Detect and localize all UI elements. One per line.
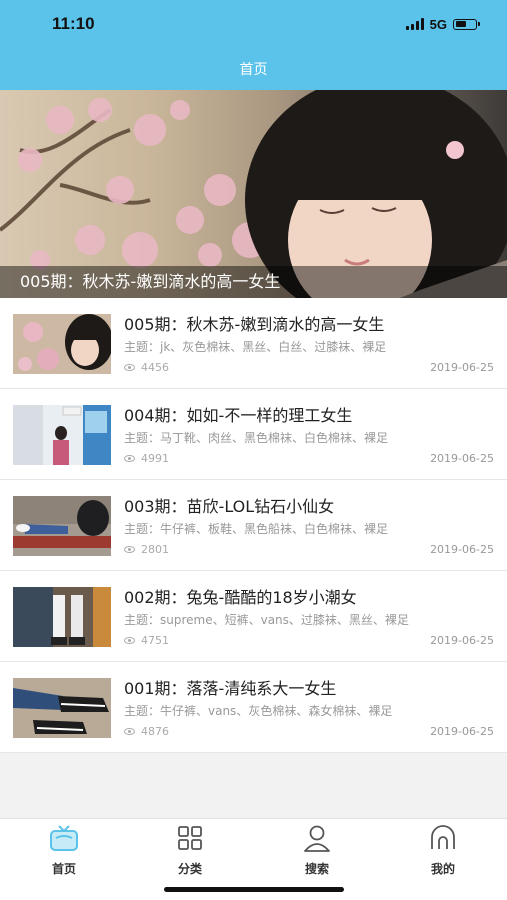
tab-category[interactable]: 分类: [150, 823, 230, 877]
view-count: 4751: [124, 634, 169, 647]
episode-title: 002期：兔兔-酷酷的18岁小潮女: [124, 588, 357, 607]
episode-thumbnail: [13, 496, 111, 556]
episode-date: 2019-06-25: [430, 361, 494, 374]
tv-icon: [50, 825, 78, 851]
list-item[interactable]: 004期：如如-不一样的理工女生 主题：马丁靴、肉丝、黑色棉袜、白色棉袜、裸足 …: [0, 389, 507, 480]
page-title: 首页: [239, 62, 268, 78]
episode-tags: 主题：马丁靴、肉丝、黑色棉袜、白色棉袜、裸足: [124, 431, 389, 445]
user-search-icon: [304, 825, 330, 852]
episode-date: 2019-06-25: [430, 452, 494, 465]
episode-tags: 主题：jk、灰色棉袜、黑丝、白丝、过膝袜、裸足: [124, 340, 387, 354]
list-item[interactable]: 005期：秋木苏-嫩到滴水的高一女生 主题：jk、灰色棉袜、黑丝、白丝、过膝袜、…: [0, 298, 507, 389]
eye-icon: [124, 637, 135, 644]
episode-thumbnail: [13, 314, 111, 374]
tab-label: 我的: [430, 862, 455, 876]
eye-icon: [124, 546, 135, 553]
tab-search[interactable]: 搜索: [277, 823, 357, 877]
eye-icon: [124, 728, 135, 735]
episode-list: 005期：秋木苏-嫩到滴水的高一女生 主题：jk、灰色棉袜、黑丝、白丝、过膝袜、…: [0, 298, 507, 753]
episode-date: 2019-06-25: [430, 543, 494, 556]
view-count: 4456: [124, 361, 169, 374]
tab-label: 搜索: [304, 862, 329, 876]
episode-thumbnail: [13, 405, 111, 465]
battery-icon: [453, 18, 480, 30]
episode-title: 005期：秋木苏-嫩到滴水的高一女生: [124, 315, 385, 334]
episode-tags: 主题：牛仔裤、vans、灰色棉袜、森女棉袜、裸足: [124, 704, 393, 718]
eye-icon: [124, 364, 135, 371]
list-item[interactable]: 003期：苗欣-LOL钻石小仙女 主题：牛仔裤、板鞋、黑色船袜、白色棉袜、裸足 …: [0, 480, 507, 571]
tab-mine[interactable]: 我的: [403, 823, 483, 877]
header: 11:10 5G 首页: [0, 0, 507, 90]
banner-caption: 005期：秋木苏-嫩到滴水的高一女生: [0, 266, 507, 298]
home-indicator: [164, 887, 344, 892]
episode-date: 2019-06-25: [430, 634, 494, 647]
status-time: 11:10: [52, 14, 95, 33]
list-item[interactable]: 001期：落落-清纯系大一女生 主题：牛仔裤、vans、灰色棉袜、森女棉袜、裸足…: [0, 662, 507, 753]
status-indicators: 5G: [405, 16, 480, 32]
view-count: 4991: [124, 452, 169, 465]
episode-tags: 主题：牛仔裤、板鞋、黑色船袜、白色棉袜、裸足: [124, 522, 389, 536]
featured-banner[interactable]: 005期：秋木苏-嫩到滴水的高一女生: [0, 90, 507, 298]
profile-icon: [431, 825, 455, 849]
tab-label: 首页: [51, 862, 76, 876]
network-type: 5G: [429, 16, 447, 32]
grid-icon: [178, 826, 202, 850]
tab-label: 分类: [177, 862, 202, 876]
list-item[interactable]: 002期：兔兔-酷酷的18岁小潮女 主题：supreme、短裤、vans、过膝袜…: [0, 571, 507, 662]
episode-thumbnail: [13, 587, 111, 647]
signal-icon: [405, 18, 424, 30]
episode-thumbnail: [13, 678, 111, 738]
episode-date: 2019-06-25: [430, 725, 494, 738]
episode-title: 003期：苗欣-LOL钻石小仙女: [124, 497, 335, 516]
episode-tags: 主题：supreme、短裤、vans、过膝袜、黑丝、裸足: [124, 613, 409, 627]
episode-title: 004期：如如-不一样的理工女生: [124, 406, 353, 425]
view-count: 4876: [124, 725, 169, 738]
tab-home[interactable]: 首页: [24, 823, 104, 877]
episode-title: 001期：落落-清纯系大一女生: [124, 679, 337, 698]
eye-icon: [124, 455, 135, 462]
view-count: 2801: [124, 543, 169, 556]
tab-bar: 首页 分类 搜索 我的: [0, 818, 507, 900]
